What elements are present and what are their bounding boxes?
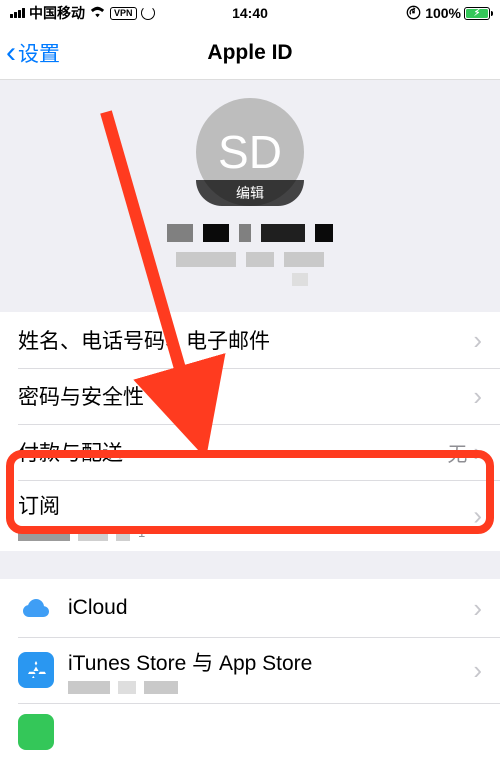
- chevron-right-icon: ›: [473, 381, 482, 412]
- row-label: iTunes Store 与 App Store: [68, 647, 473, 677]
- row-partial-cutoff[interactable]: [0, 703, 500, 761]
- back-button[interactable]: ‹ 设置: [0, 38, 60, 68]
- row-itunes-appstore[interactable]: iTunes Store 与 App Store ›: [0, 637, 500, 703]
- row-label: 密码与安全性: [18, 381, 473, 411]
- subscriptions-subtitle-redacted: 1: [18, 526, 145, 541]
- account-settings-group: 姓名、电话号码、电子邮件 › 密码与安全性 › 付款与配送 无 › 订阅 1 ›: [0, 312, 500, 551]
- row-label: iCloud: [68, 596, 473, 620]
- wifi-icon: [89, 5, 106, 21]
- avatar-initials: SD: [218, 125, 282, 179]
- row-label: 姓名、电话号码、电子邮件: [18, 325, 473, 355]
- chevron-right-icon: ›: [473, 500, 482, 531]
- chevron-right-icon: ›: [473, 325, 482, 356]
- row-value: 无: [447, 438, 467, 467]
- back-label: 设置: [18, 38, 60, 68]
- clock: 14:40: [232, 5, 268, 21]
- row-payment-shipping[interactable]: 付款与配送 无 ›: [0, 424, 500, 480]
- profile-header: SD 编辑: [0, 80, 500, 312]
- row-label: 订阅: [18, 490, 60, 520]
- generic-icon: [18, 714, 54, 750]
- chevron-right-icon: ›: [473, 593, 482, 624]
- nav-bar: ‹ 设置 Apple ID: [0, 26, 500, 80]
- row-label: 付款与配送: [18, 437, 447, 467]
- avatar-button[interactable]: SD 编辑: [196, 98, 304, 206]
- status-bar: 中国移动 VPN 14:40 100% ⚡︎: [0, 0, 500, 26]
- battery-icon: ⚡︎: [464, 7, 490, 20]
- loading-spinner-icon: [141, 6, 155, 20]
- vpn-badge: VPN: [110, 7, 137, 20]
- row-name-phone-email[interactable]: 姓名、电话号码、电子邮件 ›: [0, 312, 500, 368]
- page-title: Apple ID: [207, 41, 292, 65]
- itunes-subtitle-redacted: [68, 681, 473, 694]
- icloud-icon: [18, 590, 54, 626]
- battery-pct: 100%: [425, 5, 461, 21]
- appstore-icon: [18, 652, 54, 688]
- chevron-right-icon: ›: [473, 437, 482, 468]
- row-password-security[interactable]: 密码与安全性 ›: [0, 368, 500, 424]
- row-subscriptions[interactable]: 订阅 1 ›: [0, 480, 500, 551]
- profile-name-redacted: [0, 224, 500, 242]
- avatar-edit-label: 编辑: [196, 180, 304, 206]
- battery-indicator: 100% ⚡︎: [425, 5, 490, 21]
- signal-icon: [10, 8, 25, 18]
- carrier-label: 中国移动: [29, 3, 85, 23]
- profile-email-redacted: [0, 252, 500, 267]
- rotation-lock-icon: [406, 5, 421, 24]
- chevron-left-icon: ‹: [6, 38, 16, 68]
- chevron-right-icon: ›: [473, 655, 482, 686]
- row-icloud[interactable]: iCloud ›: [0, 579, 500, 637]
- services-group: iCloud › iTunes Store 与 App Store ›: [0, 579, 500, 761]
- profile-extra-redacted: [0, 273, 500, 286]
